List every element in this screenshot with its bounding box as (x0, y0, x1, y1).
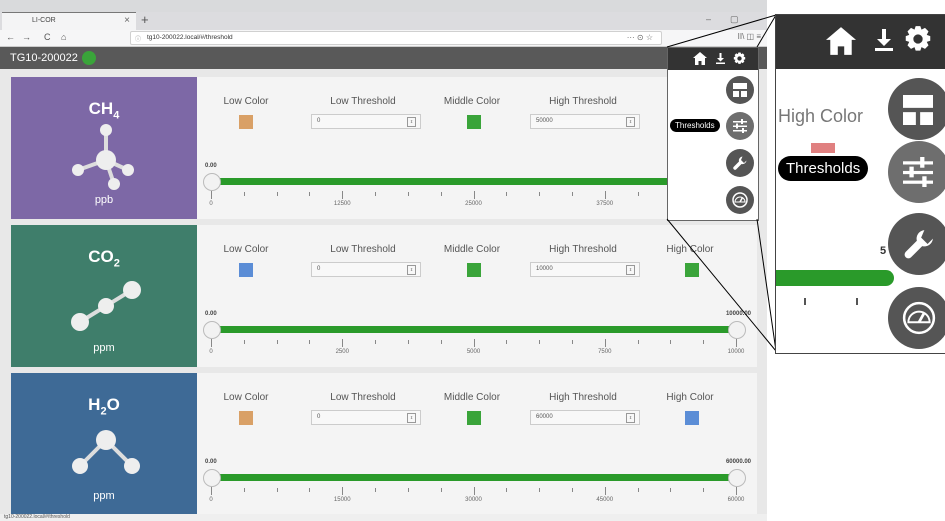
zoom-callout: High Color Thresholds 5 (775, 14, 945, 354)
zoom-thresholds-tooltip: Thresholds (778, 156, 869, 181)
zoom-layout-button[interactable] (888, 78, 945, 140)
layout-icon (903, 95, 933, 125)
zoom-header (776, 15, 945, 69)
zoom-thresholds-button[interactable] (888, 141, 945, 203)
wrench-icon (904, 230, 933, 259)
zoom-settings-button[interactable] (888, 213, 945, 275)
zoom-slider-track[interactable] (776, 270, 894, 286)
zoom-max-label: 5 (880, 245, 887, 257)
gear-icon[interactable] (904, 25, 932, 53)
home-icon[interactable] (826, 27, 856, 55)
zoom-tick (856, 298, 858, 305)
gauge-icon (902, 301, 936, 335)
download-icon[interactable] (875, 29, 893, 51)
sliders-icon (903, 157, 933, 187)
zoom-tick (804, 298, 806, 305)
zoom-high-color-swatch[interactable] (811, 143, 835, 153)
zoom-high-color-header: High Color (778, 106, 864, 126)
zoom-dashboard-button[interactable] (888, 287, 945, 349)
